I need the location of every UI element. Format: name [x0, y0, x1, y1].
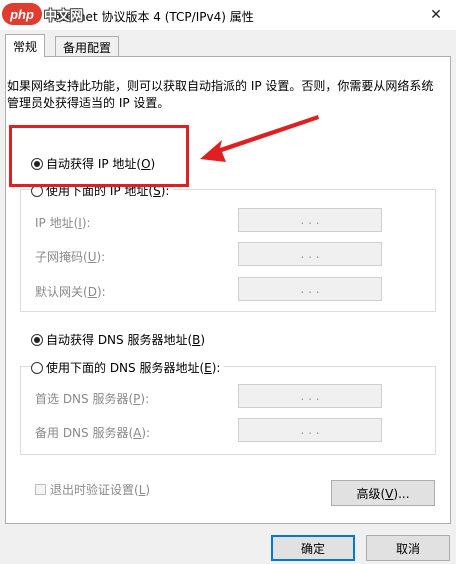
manual-dns-label: 使用下面的 DNS 服务器地址(E):: [46, 361, 221, 375]
manual-dns-radio[interactable]: [31, 361, 43, 374]
annotation-arrow-icon: [200, 115, 319, 162]
annotation-highlight-box: [9, 125, 189, 187]
preferred-dns-input[interactable]: . . .: [238, 384, 382, 408]
validate-settings-checkbox[interactable]: [35, 484, 46, 495]
alternate-dns-label: 备用 DNS 服务器(A):: [35, 426, 151, 440]
watermark-logo: php: [2, 3, 42, 25]
auto-dns-label: 自动获得 DNS 服务器地址(B): [46, 333, 206, 347]
preferred-dns-label: 首选 DNS 服务器(P):: [35, 392, 150, 406]
advanced-button-label: 高级(V)...: [356, 486, 410, 501]
tab-general[interactable]: 常规: [5, 34, 46, 57]
cancel-button[interactable]: 取消: [366, 535, 450, 561]
subnet-mask-label: 子网掩码(U):: [35, 250, 106, 264]
tab-alternate-config-label: 备用配置: [63, 40, 112, 55]
description-text: 如果网络支持此功能，则可以获取自动指派的 IP 设置。否则，你需要从网络系统管理…: [7, 79, 434, 110]
ok-button-label: 确定: [300, 541, 325, 556]
advanced-button[interactable]: 高级(V)...: [331, 480, 435, 506]
tab-general-label: 常规: [13, 39, 38, 54]
validate-settings-option[interactable]: 退出时验证设置(L): [35, 481, 150, 498]
manual-dns-option[interactable]: 使用下面的 DNS 服务器地址(E):: [31, 359, 225, 376]
ip-address-input[interactable]: . . .: [238, 208, 382, 232]
default-gateway-label: 默认网关(D):: [35, 285, 106, 299]
auto-dns-option[interactable]: 自动获得 DNS 服务器地址(B): [31, 331, 205, 348]
ip-address-label: IP 地址(I):: [35, 216, 91, 230]
tab-alternate-config[interactable]: 备用配置: [55, 36, 120, 57]
close-icon: ✕: [430, 7, 442, 23]
auto-dns-radio[interactable]: [31, 333, 43, 346]
subnet-mask-input[interactable]: . . .: [238, 242, 382, 266]
alternate-dns-input[interactable]: . . .: [238, 418, 382, 442]
watermark: php 中文网: [2, 3, 83, 25]
watermark-site-text: 中文网: [44, 8, 84, 24]
default-gateway-input[interactable]: . . .: [238, 277, 382, 301]
cancel-button-label: 取消: [395, 541, 420, 556]
validate-settings-label: 退出时验证设置(L): [50, 483, 151, 497]
ok-button[interactable]: 确定: [271, 535, 355, 561]
close-button[interactable]: ✕: [416, 0, 456, 30]
